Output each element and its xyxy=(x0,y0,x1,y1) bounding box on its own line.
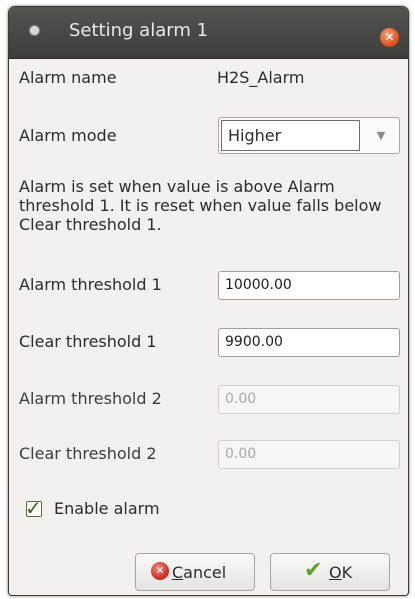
clear-threshold-1-label: Clear threshold 1 xyxy=(19,332,157,351)
window-menu-icon[interactable] xyxy=(30,26,39,35)
title-bar[interactable]: Setting alarm 1 ✕ xyxy=(9,7,408,59)
close-icon[interactable]: ✕ xyxy=(380,28,399,47)
cancel-button[interactable]: ✕ Cancel xyxy=(135,553,255,591)
alarm-threshold-1-label: Alarm threshold 1 xyxy=(19,275,162,294)
alarm-threshold-1-input[interactable]: 10000.00 xyxy=(218,271,400,300)
checkmark-icon: ✓ xyxy=(25,496,42,520)
clear-threshold-2-label: Clear threshold 2 xyxy=(19,444,157,463)
enable-alarm-checkbox[interactable]: ✓ xyxy=(25,496,42,520)
alarm-description: Alarm is set when value is above Alarm t… xyxy=(19,177,382,234)
ok-button[interactable]: ✔ OK xyxy=(270,553,390,591)
alarm-name-label: Alarm name xyxy=(19,68,117,87)
chevron-down-icon[interactable]: ▼ xyxy=(364,118,398,153)
alarm-name-value: H2S_Alarm xyxy=(217,68,305,87)
cancel-button-label: Cancel xyxy=(172,563,227,582)
clear-threshold-1-input[interactable]: 9900.00 xyxy=(218,328,400,357)
alarm-mode-select[interactable]: Higher ▼ xyxy=(218,117,400,154)
alarm-settings-dialog: Setting alarm 1 ✕ Alarm name H2S_Alarm A… xyxy=(8,6,409,596)
alarm-threshold-2-label: Alarm threshold 2 xyxy=(19,389,162,408)
checkmark-icon: ✔ xyxy=(304,558,323,583)
ok-button-label: OK xyxy=(329,563,353,582)
dialog-title: Setting alarm 1 xyxy=(69,20,209,41)
alarm-mode-value: Higher xyxy=(221,120,360,151)
clear-threshold-2-input[interactable]: 0.00 xyxy=(218,440,400,469)
alarm-mode-label: Alarm mode xyxy=(19,126,117,145)
cancel-icon: ✕ xyxy=(151,562,169,580)
enable-alarm-label[interactable]: Enable alarm xyxy=(54,499,160,518)
alarm-threshold-2-input[interactable]: 0.00 xyxy=(218,385,400,414)
